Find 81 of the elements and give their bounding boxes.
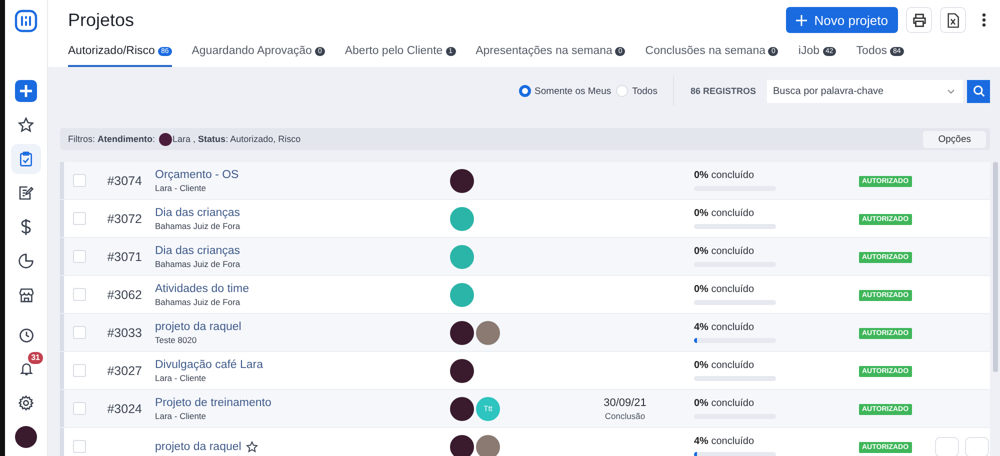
- project-number: #3062: [107, 288, 142, 302]
- project-title[interactable]: Projeto de treinamento: [155, 396, 272, 408]
- radio-button[interactable]: [518, 85, 531, 97]
- project-title[interactable]: Divulgação café Lara: [155, 358, 264, 370]
- project-number: #3072: [107, 212, 142, 226]
- project-number: #3024: [107, 402, 142, 416]
- caret-icon: [947, 88, 955, 94]
- date-label: Conclusão: [604, 410, 646, 420]
- settings-icon[interactable]: [18, 395, 34, 411]
- radio-label[interactable]: Somente os Meus: [534, 86, 612, 96]
- new-project-button[interactable]: Novo projeto: [786, 7, 898, 33]
- progress-text: 4% concluído: [694, 322, 756, 333]
- record-count: 86 REGISTROS: [690, 86, 756, 96]
- nav-item-highlight[interactable]: [11, 144, 41, 174]
- spreadsheet-file-icon: [947, 12, 959, 28]
- client-name: Lara - Cliente: [155, 410, 208, 420]
- project-number: #3033: [107, 326, 142, 340]
- star-icon[interactable]: [18, 117, 34, 133]
- scrollbar[interactable]: [993, 162, 998, 372]
- search-button[interactable]: [967, 80, 990, 102]
- page-title: Projetos: [68, 10, 136, 30]
- row-checkbox[interactable]: [73, 402, 86, 415]
- row-checkbox[interactable]: [73, 250, 86, 263]
- tab-label: Autorizado/Risco: [68, 45, 155, 57]
- row-checkbox[interactable]: [73, 440, 86, 453]
- client-name: Bahamas Juiz de Fora: [155, 296, 242, 306]
- project-number: #3027: [107, 364, 142, 378]
- notification-badge: 31: [28, 352, 43, 364]
- project-number: #3071: [107, 250, 142, 264]
- project-title[interactable]: Orçamento - OS: [155, 168, 239, 180]
- bell-icon[interactable]: [18, 361, 34, 377]
- row-checkbox[interactable]: [73, 326, 86, 339]
- tab-label: Aguardando Aprovação: [192, 45, 312, 57]
- progress-text: 4% concluído: [694, 436, 756, 447]
- radio-label[interactable]: Todos: [632, 86, 658, 96]
- filter-text: Filtros: Atendimento:: [68, 134, 156, 144]
- progress-text: 0% concluído: [694, 398, 756, 409]
- printer-icon: [912, 13, 926, 27]
- client-name: Bahamas Juiz de Fora: [155, 258, 242, 268]
- search-field[interactable]: Busca por palavra-chave: [767, 80, 963, 102]
- row-checkbox[interactable]: [73, 212, 86, 225]
- progress-text: 0% concluído: [694, 246, 756, 257]
- project-title[interactable]: Atividades do time: [155, 282, 249, 294]
- tab-label: iJob: [798, 45, 820, 57]
- progress-text: 0% concluído: [694, 170, 756, 181]
- tab-label: Conclusões na semana: [645, 45, 766, 57]
- tab-label: Aberto pelo Cliente: [344, 45, 443, 57]
- progress-text: 0% concluído: [694, 284, 756, 295]
- client-name: Lara - Cliente: [155, 182, 208, 192]
- project-title[interactable]: projeto da raquel: [155, 440, 242, 452]
- pie-chart-icon[interactable]: [18, 253, 34, 269]
- project-title[interactable]: Dia das crianças: [155, 206, 240, 218]
- export-excel-button[interactable]: [940, 7, 966, 33]
- project-title[interactable]: Dia das crianças: [155, 244, 240, 256]
- clipboard-icon[interactable]: [18, 151, 34, 167]
- progress-text: 0% concluído: [694, 208, 756, 219]
- clock-icon[interactable]: [18, 328, 34, 342]
- client-name: Lara - Cliente: [155, 372, 208, 382]
- print-button[interactable]: [906, 7, 932, 33]
- edit-icon[interactable]: [18, 185, 34, 201]
- search-icon: [972, 85, 984, 97]
- project-number: #3074: [107, 174, 142, 188]
- row-checkbox[interactable]: [73, 364, 86, 377]
- progress-text: 0% concluído: [694, 360, 756, 371]
- add-icon[interactable]: [15, 80, 37, 102]
- project-title[interactable]: projeto da raquel: [155, 320, 242, 332]
- due-date: 30/09/21: [604, 396, 646, 408]
- client-name: Bahamas Juiz de Fora: [155, 220, 242, 230]
- star-icon[interactable]: [246, 440, 258, 452]
- tab-label: Todos: [856, 45, 887, 57]
- store-icon[interactable]: [18, 287, 34, 303]
- row-checkbox[interactable]: [73, 288, 86, 301]
- filter-text: Lara , Status: Autorizado, Risco: [172, 134, 301, 144]
- plus-icon: [796, 14, 808, 26]
- logo-icon[interactable]: [14, 9, 38, 33]
- options-button[interactable]: Opções: [923, 130, 986, 148]
- user-avatar[interactable]: [15, 426, 37, 448]
- client-name: Teste 8020: [155, 334, 198, 344]
- tab-label: Apresentações na semana: [476, 45, 612, 57]
- row-checkbox[interactable]: [73, 174, 86, 187]
- more-options-icon[interactable]: [982, 13, 986, 27]
